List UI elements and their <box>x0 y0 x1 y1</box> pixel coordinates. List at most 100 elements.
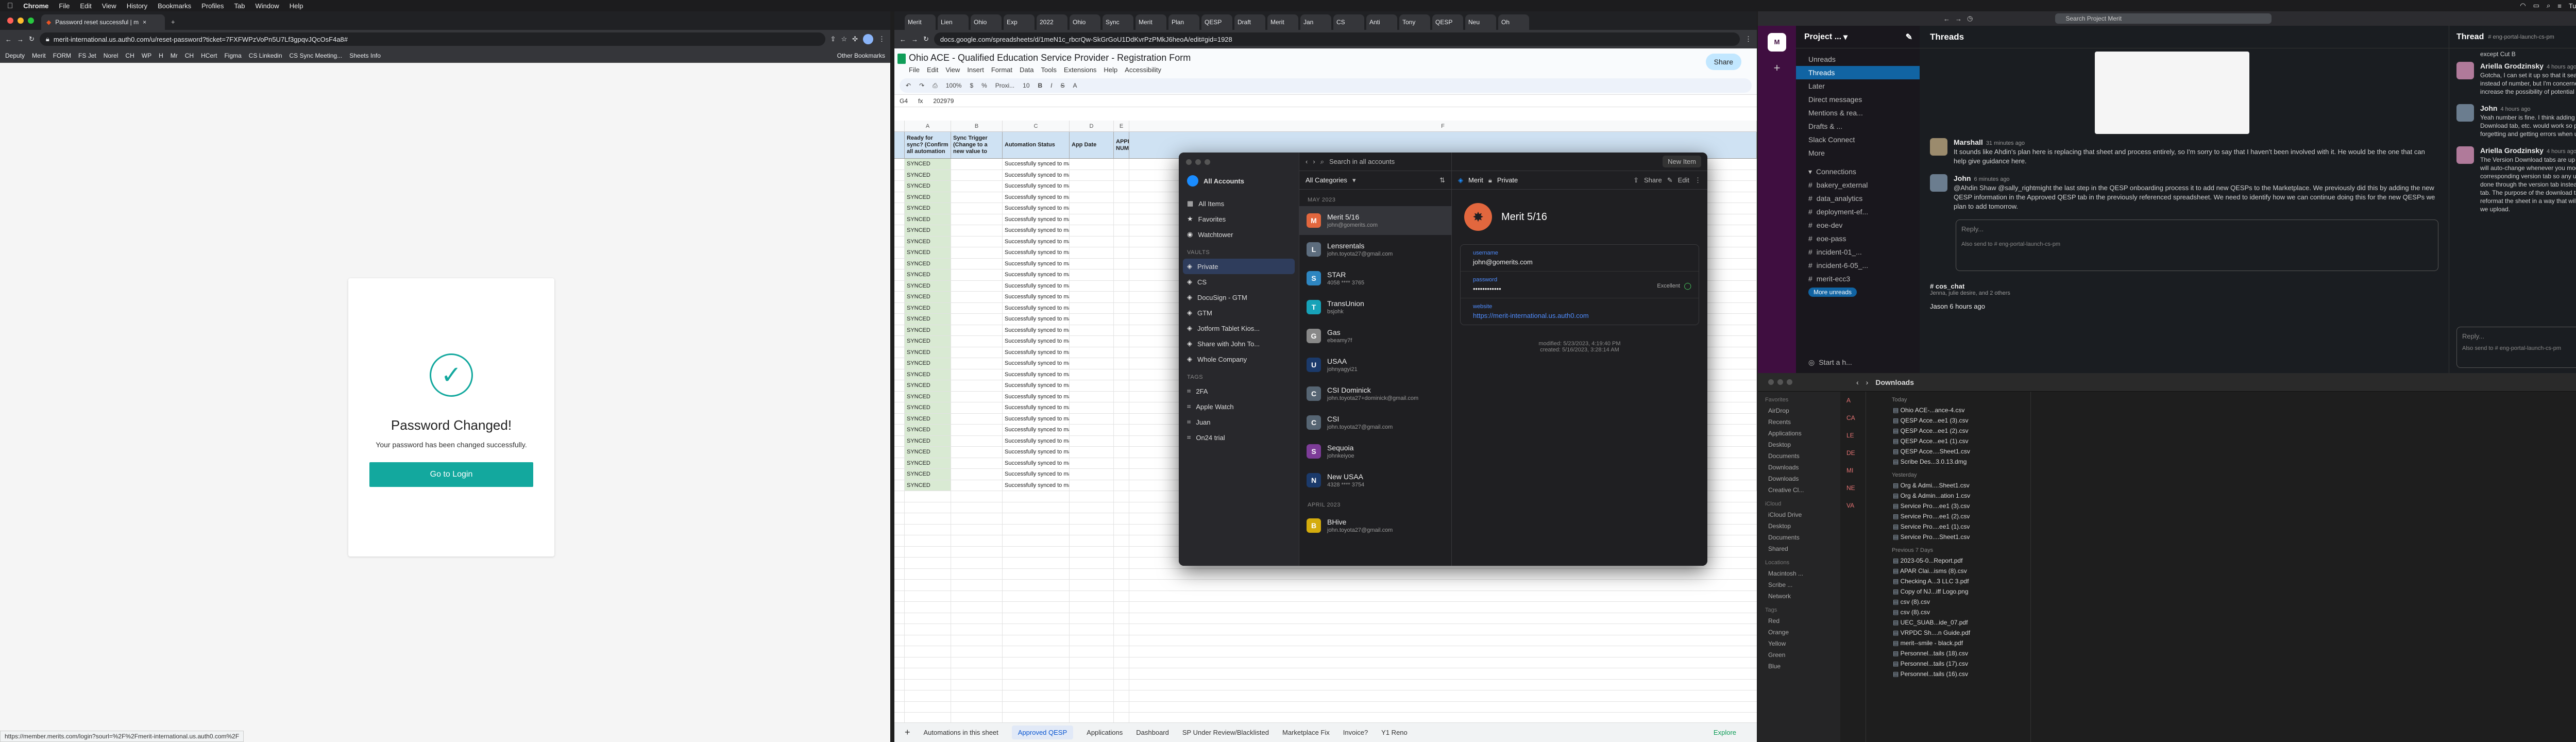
table-cell[interactable] <box>1114 458 1129 468</box>
tab-sheet[interactable]: SP Under Review/Blacklisted <box>1182 729 1269 736</box>
table-cell[interactable] <box>1114 613 1129 623</box>
table-cell[interactable] <box>951 657 1003 668</box>
channel-item[interactable]: # data_analytics <box>1796 192 1920 205</box>
table-cell[interactable]: SYNCED <box>905 280 951 291</box>
table-cell[interactable]: SYNCED <box>905 447 951 458</box>
sidebar-favorites[interactable]: ★ Favorites <box>1179 211 1299 227</box>
table-cell[interactable] <box>1003 513 1070 524</box>
table-cell[interactable] <box>951 391 1003 402</box>
avatar[interactable] <box>2456 62 2474 79</box>
table-cell[interactable]: SYNCED <box>905 435 951 446</box>
table-cell[interactable] <box>951 413 1003 424</box>
table-cell[interactable] <box>951 236 1003 247</box>
file-item[interactable]: ▤ Scribe Des...3.0.13.dmg <box>1887 457 2030 467</box>
table-cell[interactable] <box>951 701 1003 712</box>
table-cell[interactable] <box>1070 679 1114 690</box>
file-item[interactable]: ▤ Personnel...tails (16).csv <box>1887 669 2030 679</box>
also-send-checkbox[interactable]: Also send to # eng-portal-launch-cs-pm <box>2462 345 2576 351</box>
table-cell[interactable] <box>894 568 905 579</box>
app-shortcut[interactable]: DE <box>1840 444 1866 462</box>
bookmark-item[interactable]: Deputy <box>5 52 25 59</box>
sidebar-item[interactable]: Applications <box>1758 428 1840 439</box>
currency-icon[interactable]: $ <box>970 82 973 89</box>
table-cell[interactable] <box>1070 347 1114 358</box>
table-cell[interactable] <box>1070 269 1114 280</box>
sheets-menu-insert[interactable]: Insert <box>967 66 984 74</box>
browser-tab[interactable]: Lien <box>938 14 969 30</box>
table-cell[interactable] <box>1070 624 1114 635</box>
message-author[interactable]: Ariella Grodzinsky <box>2480 146 2544 155</box>
history-icon[interactable]: ◷ <box>1967 14 1973 23</box>
table-cell[interactable] <box>1070 302 1114 313</box>
sidebar-watchtower[interactable]: ◉ Watchtower <box>1179 227 1299 242</box>
table-cell[interactable] <box>951 369 1003 380</box>
col-header[interactable]: C <box>1003 121 1070 131</box>
table-cell[interactable] <box>1114 159 1129 170</box>
close-window-button[interactable] <box>7 18 13 24</box>
list-item[interactable]: B BHive john.toyota27@gmail.com <box>1299 511 1451 540</box>
table-cell[interactable] <box>1114 524 1129 535</box>
table-cell[interactable]: SYNCED <box>905 258 951 269</box>
app-shortcut[interactable]: A <box>1840 392 1866 409</box>
search-icon[interactable]: ⌕ <box>2547 2 2550 10</box>
file-item[interactable]: ▤ Service Pro....ee1 (3).csv <box>1887 501 2030 511</box>
table-cell[interactable] <box>1003 668 1070 679</box>
channel-item[interactable]: # eoe-dev <box>1796 218 1920 232</box>
table-cell[interactable]: Successfully synced to marketplace and a… <box>1003 380 1070 391</box>
app-shortcut[interactable]: MI <box>1840 462 1866 479</box>
table-cell[interactable]: Successfully synced to marketplace and a… <box>1003 170 1070 180</box>
list-item[interactable]: L Lensrentals john.toyota27@gmail.com <box>1299 235 1451 264</box>
table-cell[interactable]: Successfully synced to marketplace and a… <box>1003 181 1070 192</box>
sheets-menu-data[interactable]: Data <box>1020 66 1033 74</box>
bookmark-item[interactable]: CH <box>125 52 134 59</box>
avatar[interactable] <box>1930 174 1947 192</box>
channel-item[interactable]: # bakery_external <box>1796 178 1920 192</box>
table-cell[interactable] <box>1003 613 1070 623</box>
menubar-clock[interactable]: Tue May 23 4:52 PM <box>2569 2 2576 10</box>
table-cell[interactable] <box>894 535 905 546</box>
website-field[interactable]: website https://merit-international.us.au… <box>1461 298 1699 325</box>
table-cell[interactable]: SYNCED <box>905 402 951 413</box>
table-cell[interactable]: Successfully synced to marketplace and a… <box>1003 336 1070 347</box>
profile-avatar[interactable] <box>863 34 873 44</box>
menu-bookmarks[interactable]: Bookmarks <box>158 2 191 10</box>
reply-composer[interactable]: Reply... Also send to # eng-portal-launc… <box>1956 220 2438 271</box>
table-cell[interactable]: SYNCED <box>905 380 951 391</box>
app-shortcut[interactable]: LE <box>1840 427 1866 444</box>
table-cell[interactable] <box>951 480 1003 491</box>
table-cell[interactable] <box>951 713 1003 723</box>
sidebar-item[interactable]: Scribe ... <box>1758 579 1840 591</box>
table-cell[interactable] <box>1070 568 1114 579</box>
table-cell[interactable] <box>905 657 951 668</box>
table-cell[interactable]: SYNCED <box>905 192 951 203</box>
table-cell[interactable]: Successfully synced to marketplace and a… <box>1003 269 1070 280</box>
menu-tab[interactable]: Tab <box>234 2 245 10</box>
table-cell[interactable] <box>1114 435 1129 446</box>
table-cell[interactable] <box>1114 635 1129 646</box>
account-switcher[interactable]: All Accounts <box>1179 171 1299 191</box>
redo-icon[interactable]: ↷ <box>919 82 924 89</box>
table-cell[interactable] <box>905 668 951 679</box>
table-cell[interactable] <box>1114 236 1129 247</box>
table-cell[interactable] <box>1070 225 1114 236</box>
table-cell[interactable] <box>894 546 905 557</box>
table-cell[interactable] <box>1070 502 1114 513</box>
table-cell[interactable] <box>951 635 1003 646</box>
bookmark-item[interactable]: CS Sync Meeting... <box>290 52 343 59</box>
table-cell[interactable] <box>1114 247 1129 258</box>
file-item[interactable]: ▤ Service Pro....ee1 (1).csv <box>1887 521 2030 532</box>
forward-icon[interactable]: → <box>911 36 918 43</box>
table-cell[interactable] <box>951 591 1003 601</box>
sidebar-item[interactable]: Macintosh ... <box>1758 568 1840 579</box>
table-cell[interactable] <box>951 247 1003 258</box>
wifi-icon[interactable]: ◠ <box>2520 2 2526 10</box>
table-cell[interactable] <box>1114 591 1129 601</box>
table-cell[interactable] <box>1070 170 1114 180</box>
table-cell[interactable] <box>1070 236 1114 247</box>
channel-item[interactable]: # deployment-ef... <box>1796 205 1920 218</box>
table-cell[interactable] <box>1003 580 1070 591</box>
table-cell[interactable] <box>1114 624 1129 635</box>
bookmark-item[interactable]: CS Linkedin <box>249 52 282 59</box>
list-item[interactable]: G Gas ebeamy7f <box>1299 322 1451 350</box>
new-item-button[interactable]: New Item <box>1663 156 1701 167</box>
